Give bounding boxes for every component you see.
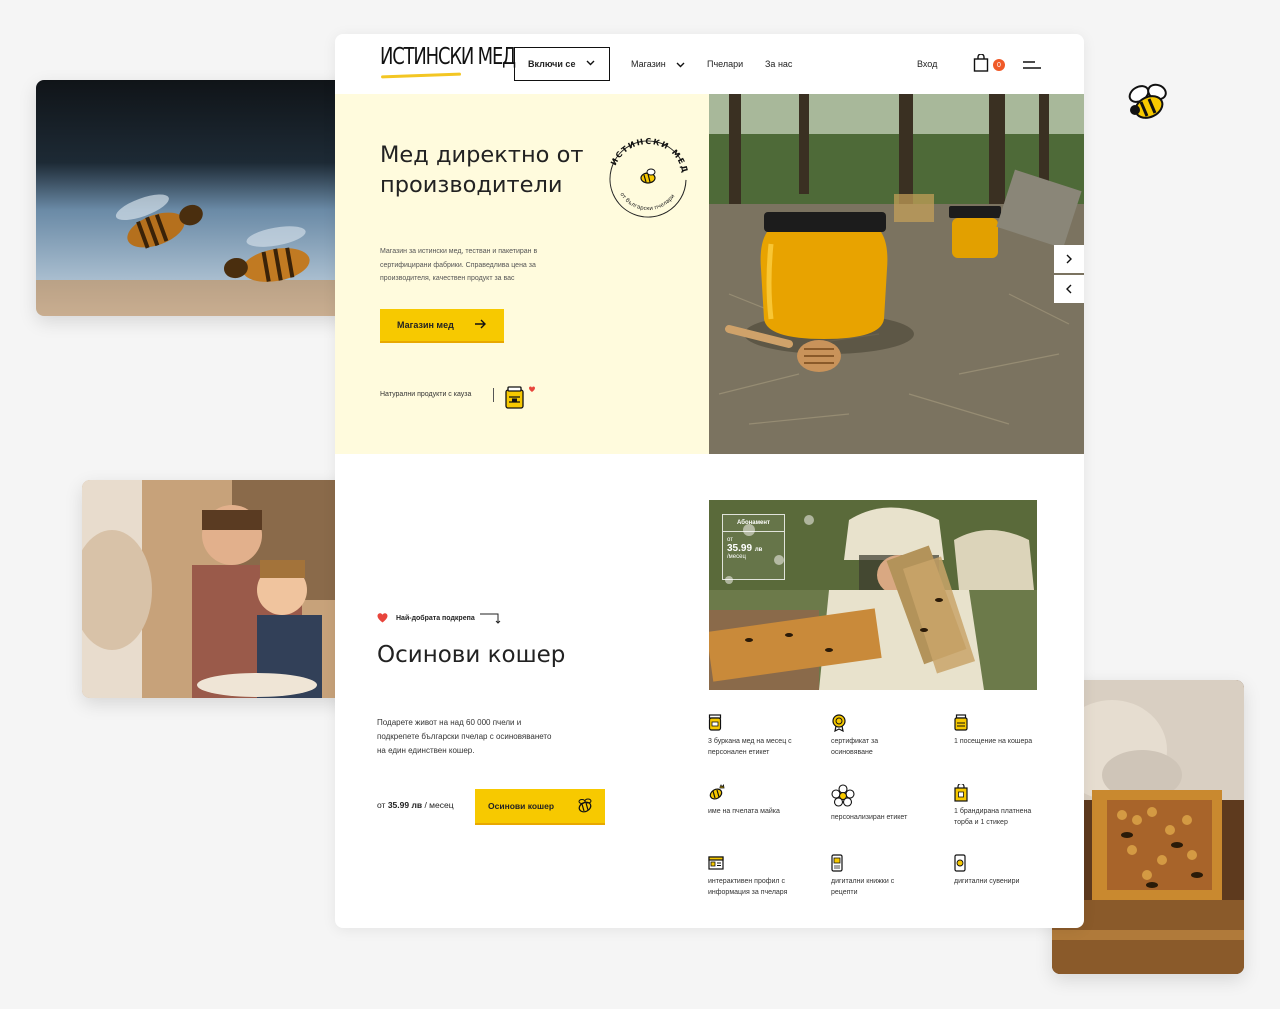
nav-login[interactable]: Вход	[917, 59, 937, 69]
bee-icon	[578, 798, 592, 813]
join-dropdown-button[interactable]: Включи се	[514, 47, 610, 81]
subscription-from: от	[727, 537, 733, 543]
hive-visit-icon	[954, 714, 968, 731]
shop-honey-label: Магазин мед	[397, 320, 454, 330]
feature-text: 1 брандирана платнена торба и 1 стикер	[954, 808, 1032, 826]
website-card: ИСТИНСКИ МЕД Включи се Магазин Пчелари З…	[335, 34, 1084, 928]
shop-honey-button[interactable]: Магазин мед	[380, 309, 504, 341]
honey-jar-photo	[709, 94, 1084, 454]
adopt-hive-button[interactable]: Осинови кошер	[475, 789, 605, 823]
certificate-icon	[832, 714, 846, 732]
subscription-amount: 35.99	[727, 543, 753, 554]
adopt-description: Подарете живот на над 60 000 пчели и под…	[377, 718, 552, 755]
chevron-right-icon	[1066, 254, 1072, 264]
subscription-price: 35.99 лв	[723, 543, 784, 554]
hive-heart-icon	[505, 386, 535, 409]
svg-text:от български пчелари: от български пчелари	[618, 192, 676, 212]
nav-shop-label: Магазин	[631, 59, 666, 69]
cart-icon[interactable]	[973, 54, 989, 72]
feature-text: дигитални книжки с рецепти	[831, 878, 895, 896]
bees-photo	[36, 80, 362, 316]
cart-count-badge: 0	[993, 59, 1005, 71]
feature-item: дигитални книжки с рецепти	[831, 854, 921, 898]
subscription-label: Абонамент	[723, 515, 784, 532]
price-prefix: от	[377, 800, 386, 810]
feature-item: 3 буркана мед на месец с персонален етик…	[708, 714, 798, 758]
feature-text: сертификат за осиновяване	[831, 738, 879, 756]
nav-beekeepers[interactable]: Пчелари	[707, 59, 743, 69]
feature-text: персонализиран етикет	[831, 814, 908, 821]
profile-icon	[708, 856, 724, 870]
slider-prev-button[interactable]	[1054, 275, 1084, 303]
feature-text: име на пчелата майка	[708, 808, 780, 815]
bag-icon	[954, 784, 968, 802]
feature-item: персонализиран етикет	[831, 784, 921, 824]
adopt-price: от 35.99 лв / месец	[377, 800, 454, 810]
menu-icon[interactable]	[1023, 61, 1041, 69]
feature-item: дигитални сувенири	[954, 854, 1044, 888]
subscription-period: /месец	[727, 554, 746, 560]
feature-item: 1 посещение на кошера	[954, 714, 1044, 748]
chevron-down-icon	[676, 62, 685, 68]
feature-text: 1 посещение на кошера	[954, 738, 1033, 745]
honey-seal-icon: ИСТИНСКИ МЕД от български пчелари	[609, 137, 688, 218]
subscription-box: Абонамент от 35.99 лв /месец	[722, 514, 785, 580]
slider-next-button[interactable]	[1054, 245, 1084, 273]
flower-label-icon	[831, 784, 855, 807]
site-logo[interactable]: ИСТИНСКИ МЕД	[380, 44, 516, 70]
feature-item: интерактивен профил с информация за пчел…	[708, 854, 798, 898]
adopt-hive-label: Осинови кошер	[488, 801, 555, 811]
feature-text: 3 буркана мед на месец с персонален етик…	[708, 738, 792, 756]
family-photo	[82, 480, 357, 698]
hero-title: Мед директно от производители	[380, 142, 584, 198]
jar-icon	[708, 714, 722, 731]
divider	[493, 388, 494, 402]
nav-about[interactable]: За нас	[765, 59, 792, 69]
feature-text: интерактивен профил с информация за пчел…	[708, 878, 788, 896]
curved-arrow-icon	[479, 613, 501, 624]
cause-text: Натурални продукти с кауза	[380, 391, 472, 398]
heart-icon	[377, 613, 388, 623]
queen-bee-icon	[709, 784, 725, 800]
price-value: 35.99 лв	[387, 800, 423, 810]
price-suffix: / месец	[422, 800, 454, 810]
nav-shop[interactable]: Магазин	[631, 59, 685, 69]
logo-underline	[380, 72, 462, 79]
adopt-title: Осинови кошер	[377, 642, 566, 668]
support-row: Най-добрата подкрепа	[377, 611, 501, 625]
feature-item: име на пчелата майка	[708, 784, 798, 818]
souvenir-icon	[954, 854, 966, 872]
feature-text: дигитални сувенири	[954, 878, 1020, 885]
join-label: Включи се	[528, 59, 576, 69]
seal-bottom-text: от български пчелари	[618, 192, 676, 212]
site-header: ИСТИНСКИ МЕД Включи се Магазин Пчелари З…	[335, 34, 1084, 94]
hero-description: Магазин за истински мед, тестван и пакет…	[380, 248, 538, 282]
chevron-left-icon	[1066, 284, 1072, 294]
feature-item: сертификат за осиновяване	[831, 714, 921, 758]
subscription-currency: лв	[754, 547, 763, 553]
support-label: Най-добрата подкрепа	[396, 614, 475, 622]
bee-logo-icon	[1128, 83, 1167, 119]
recipe-book-icon	[831, 854, 843, 872]
arrow-right-icon	[475, 319, 486, 329]
feature-item: 1 брандирана платнена торба и 1 стикер	[954, 784, 1044, 828]
chevron-down-icon	[586, 60, 595, 66]
